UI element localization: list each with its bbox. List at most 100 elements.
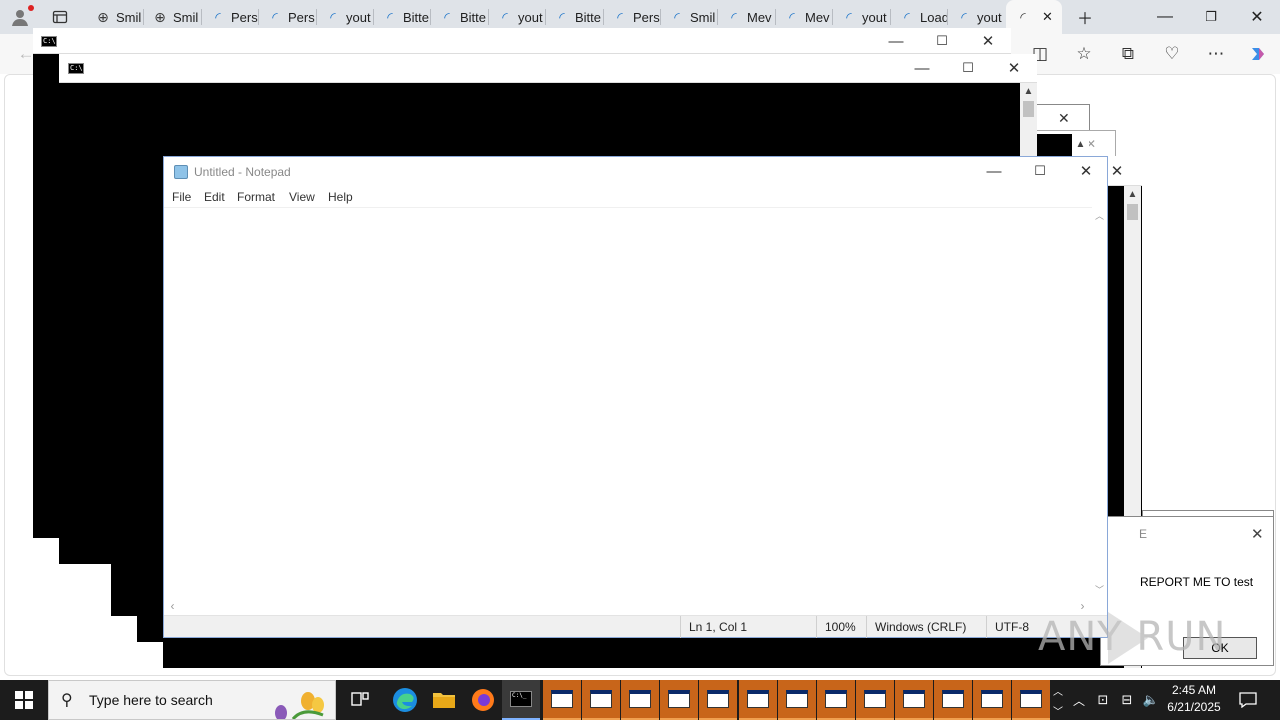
window-icon <box>746 690 769 708</box>
scroll-down-arrow-icon[interactable]: ﹀ <box>1091 581 1108 598</box>
browser-essentials-icon[interactable]: ♡ <box>1160 42 1184 66</box>
minimize-button[interactable]: — <box>971 157 1017 185</box>
taskbar-window-button[interactable] <box>738 680 777 720</box>
file-explorer-icon[interactable] <box>425 680 463 720</box>
scroll-up-taskbar-icon[interactable]: ︿ <box>1050 680 1066 700</box>
browser-tab-label: yout <box>977 9 1002 25</box>
play-logo-icon <box>1108 612 1148 664</box>
status-zoom: 100% <box>816 616 866 638</box>
minimize-button[interactable]: — <box>1142 0 1188 34</box>
scroll-down-taskbar-icon[interactable]: ﹀ <box>1050 700 1066 720</box>
more-menu-icon[interactable]: ⋯ <box>1204 42 1228 66</box>
console-icon: C:\ <box>41 36 57 47</box>
taskbar-window-button[interactable] <box>816 680 855 720</box>
close-button[interactable]: ✕ <box>1063 157 1109 185</box>
scrollbar-thumb[interactable] <box>1023 101 1034 117</box>
taskbar-window-button[interactable] <box>1012 680 1051 720</box>
scroll-up-arrow-icon[interactable]: ▲ <box>1124 186 1141 203</box>
scroll-up-arrow-icon[interactable]: ▲ <box>1020 83 1037 100</box>
clock-date: 6/21/2025 <box>1167 700 1221 714</box>
taskbar-window-button[interactable] <box>621 680 660 720</box>
tab-separator <box>316 9 317 25</box>
start-button[interactable] <box>0 680 48 720</box>
window-icon <box>902 690 925 708</box>
scroll-up-arrow-icon[interactable]: ▲ <box>1072 136 1089 153</box>
close-button[interactable]: ✕ <box>991 54 1037 82</box>
show-hidden-icons-icon[interactable]: ︿ <box>1068 680 1090 720</box>
taskbar-window-button[interactable] <box>934 680 972 720</box>
taskbar-window-button[interactable] <box>894 680 933 720</box>
window-icon <box>863 690 886 708</box>
restore-button[interactable]: ❐ <box>1188 0 1234 34</box>
tab-separator <box>373 9 374 25</box>
volume-icon[interactable]: 🔈 <box>1140 680 1162 720</box>
console-title-bar: C:\ — ☐ ✕ <box>59 54 1037 83</box>
taskbar-window-button[interactable] <box>660 680 699 720</box>
menu-file[interactable]: File <box>172 190 191 204</box>
globe-icon: ⊕ <box>97 8 109 25</box>
maximize-button[interactable]: ☐ <box>945 54 991 82</box>
taskbar-window-button[interactable] <box>582 680 621 720</box>
device-icon[interactable]: ⊡ <box>1092 680 1114 720</box>
taskbar-window-button[interactable] <box>855 680 894 720</box>
active-browser-tab[interactable]: ◜ ✕ <box>1006 0 1062 34</box>
close-button[interactable]: ✕ <box>965 27 1011 55</box>
tab-separator <box>545 9 546 25</box>
close-button[interactable]: ✕ <box>1234 0 1280 34</box>
close-tab-icon[interactable]: ✕ <box>1042 9 1053 25</box>
vertical-scrollbar[interactable]: ︿ ﹀ <box>1092 207 1107 599</box>
profile-icon[interactable] <box>8 5 34 28</box>
scroll-left-arrow-icon[interactable]: ‹ <box>164 597 181 614</box>
tab-actions-icon[interactable] <box>50 8 70 26</box>
text-editor-area[interactable] <box>164 207 1092 599</box>
scroll-right-arrow-icon[interactable]: › <box>1074 597 1091 614</box>
maximize-button[interactable]: ☐ <box>1017 157 1063 185</box>
scroll-up-arrow-icon[interactable]: ︿ <box>1091 207 1108 224</box>
browser-tab-label: yout <box>862 9 887 25</box>
scrollbar-thumb[interactable] <box>1127 204 1138 220</box>
collections-icon[interactable]: ⧉ <box>1116 42 1140 66</box>
menu-view[interactable]: View <box>289 190 315 204</box>
taskbar-window-button[interactable] <box>777 680 816 720</box>
menu-help[interactable]: Help <box>328 190 353 204</box>
loading-icon: ◜ <box>215 8 221 25</box>
network-icon[interactable]: ⊟ <box>1116 680 1138 720</box>
menu-edit[interactable]: Edit <box>204 190 225 204</box>
firefox-icon[interactable] <box>464 680 502 720</box>
menu-bar: File Edit Format View Help <box>164 187 1107 207</box>
favorites-star-icon[interactable]: ☆ <box>1072 42 1096 66</box>
tab-separator <box>430 9 431 25</box>
clock[interactable]: 2:45 AM 6/21/2025 <box>1162 682 1226 718</box>
notification-icon[interactable] <box>1232 680 1264 720</box>
copilot-icon[interactable] <box>1246 42 1270 66</box>
close-icon[interactable]: ✕ <box>1251 525 1264 543</box>
window-icon <box>668 690 691 708</box>
window-icon <box>1020 690 1043 708</box>
loading-icon: ◜ <box>502 8 508 25</box>
tab-separator <box>947 9 948 25</box>
minimize-button[interactable]: — <box>873 27 919 55</box>
taskbar-window-button[interactable] <box>543 680 581 720</box>
dialog-message: REPORT ME TO test <box>1140 575 1254 589</box>
taskbar-window-button[interactable] <box>699 680 738 720</box>
taskbar-window-button[interactable] <box>973 680 1012 720</box>
task-view-icon[interactable] <box>341 680 379 720</box>
close-icon[interactable]: ✕ <box>1058 110 1070 127</box>
notepad-window: Untitled - Notepad — ☐ ✕ File Edit Forma… <box>163 156 1108 638</box>
minimize-button[interactable]: — <box>899 54 945 82</box>
taskbar-search-box[interactable]: ⚲ Type here to search <box>48 680 336 721</box>
browser-tab-label: Bitte <box>403 9 430 25</box>
maximize-button[interactable]: ☐ <box>919 27 965 55</box>
console-scrollbar[interactable]: ▲ <box>1020 83 1037 163</box>
globe-icon: ⊕ <box>154 8 166 25</box>
loading-icon: ◜ <box>961 8 967 25</box>
search-highlight-flowers-icon <box>263 685 333 721</box>
window-icon <box>629 690 652 708</box>
browser-tab-label: Smil <box>116 9 142 25</box>
horizontal-scrollbar[interactable]: ‹ › <box>164 599 1092 613</box>
menu-format[interactable]: Format <box>237 190 275 204</box>
terminal-taskbar-icon[interactable]: C:\_ <box>502 680 540 720</box>
new-tab-button[interactable]: ＋ <box>1062 0 1108 34</box>
edge-taskbar-icon[interactable] <box>386 680 424 720</box>
windows-logo-icon <box>15 691 33 709</box>
